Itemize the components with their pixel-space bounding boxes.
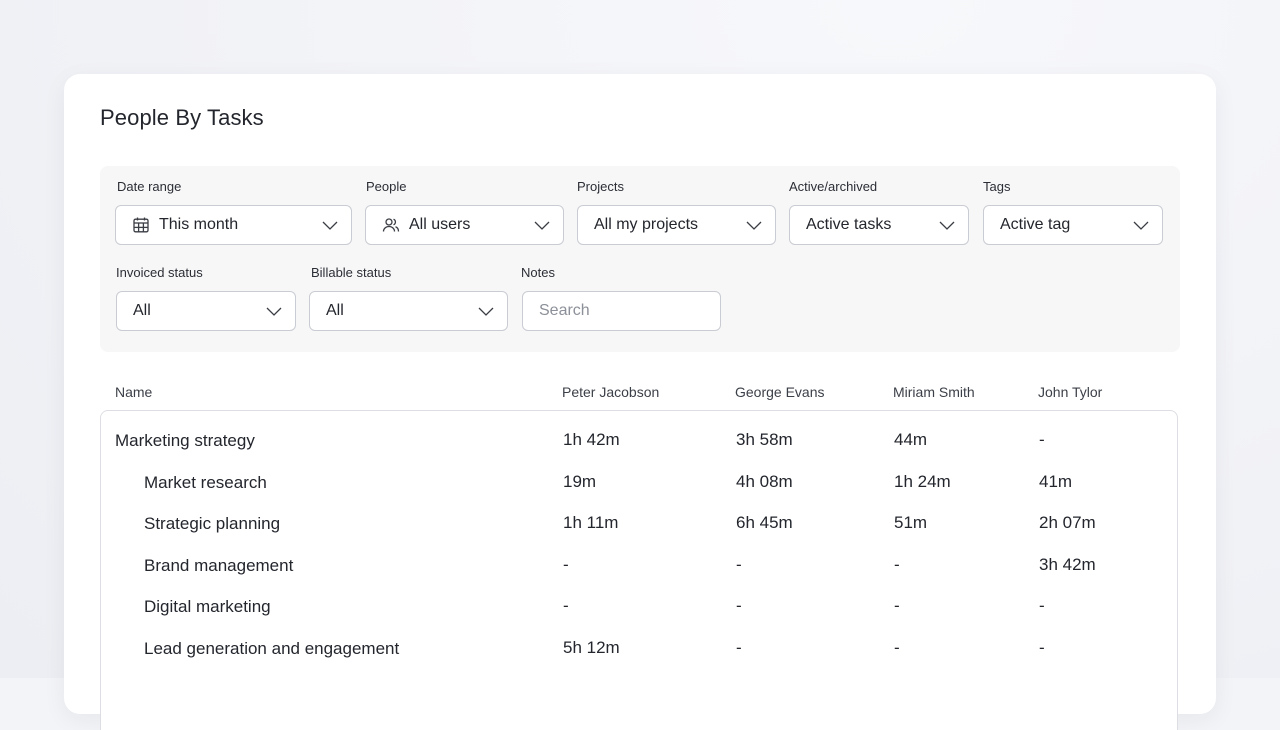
active-archived-select[interactable]: Active tasks [789, 205, 969, 245]
column-header-george-evans[interactable]: George Evans [735, 384, 825, 400]
active-archived-value: Active tasks [806, 216, 892, 233]
time-cell: 44m [894, 430, 928, 449]
table-row[interactable]: Lead generation and engagement 5h 12m - … [101, 638, 1179, 678]
time-cell: 1h 24m [894, 472, 951, 491]
time-cell: - [1039, 430, 1045, 449]
chevron-down-icon [322, 221, 338, 230]
invoiced-status-value: All [133, 302, 151, 319]
time-cell: 1h 42m [563, 430, 620, 449]
calendar-icon [133, 217, 149, 233]
time-cell: - [736, 596, 742, 615]
notes-label: Notes [521, 265, 555, 280]
projects-value: All my projects [594, 216, 699, 233]
time-cell: 6h 45m [736, 513, 793, 532]
time-cell: - [736, 555, 742, 574]
time-cell: - [736, 638, 742, 657]
people-select[interactable]: All users [365, 205, 564, 245]
people-value: All users [409, 216, 471, 233]
active-archived-label: Active/archived [789, 179, 878, 194]
filter-panel: Date range People Projects Active/archiv… [100, 166, 1180, 352]
time-cell: 3h 42m [1039, 555, 1096, 574]
table-row[interactable]: Brand management - - - 3h 42m [101, 555, 1179, 595]
task-name: Brand management [144, 556, 294, 575]
column-header-john-tylor[interactable]: John Tylor [1038, 384, 1102, 400]
chevron-down-icon [478, 307, 494, 316]
date-range-value: This month [159, 216, 239, 233]
tags-label: Tags [983, 179, 1011, 194]
column-header-miriam-smith[interactable]: Miriam Smith [893, 384, 975, 400]
time-cell: - [1039, 638, 1045, 657]
table-row[interactable]: Market research 19m 4h 08m 1h 24m 41m [101, 472, 1179, 512]
chevron-down-icon [534, 221, 550, 230]
task-name: Marketing strategy [115, 431, 255, 450]
chevron-down-icon [266, 307, 282, 316]
time-cell: 5h 12m [563, 638, 620, 657]
projects-label: Projects [577, 179, 624, 194]
task-name: Market research [144, 473, 267, 492]
date-range-label: Date range [117, 179, 182, 194]
time-cell: 2h 07m [1039, 513, 1096, 532]
time-cell: 1h 11m [563, 513, 619, 532]
time-cell: 4h 08m [736, 472, 793, 491]
time-cell: - [894, 555, 900, 574]
table-row[interactable]: Digital marketing - - - - [101, 596, 1179, 636]
invoiced-status-select[interactable]: All [116, 291, 296, 331]
chevron-down-icon [1133, 221, 1149, 230]
tags-select[interactable]: Active tag [983, 205, 1163, 245]
time-cell: 41m [1039, 472, 1073, 491]
time-cell: - [1039, 596, 1045, 615]
time-cell: 3h 58m [736, 430, 793, 449]
report-card: People By Tasks Date range People Projec… [64, 74, 1216, 730]
people-label: People [366, 179, 407, 194]
table-row[interactable]: Marketing strategy 1h 42m 3h 58m 44m - [101, 430, 1179, 470]
users-icon [382, 218, 400, 232]
projects-select[interactable]: All my projects [577, 205, 776, 245]
date-range-select[interactable]: This month [115, 205, 352, 245]
task-name: Strategic planning [144, 514, 281, 533]
time-cell: - [563, 596, 569, 615]
page-title: People By Tasks [100, 105, 264, 130]
task-name: Lead generation and engagement [144, 639, 400, 658]
time-cell: - [563, 555, 569, 574]
time-cell: - [894, 638, 900, 657]
notes-search-input[interactable] [522, 291, 721, 331]
column-header-peter-jacobson[interactable]: Peter Jacobson [562, 384, 659, 400]
time-cell: 51m [894, 513, 928, 532]
billable-status-label: Billable status [311, 265, 392, 280]
column-header-name[interactable]: Name [115, 384, 152, 400]
chevron-down-icon [939, 221, 955, 230]
table-row[interactable]: Strategic planning 1h 11m 6h 45m 51m 2h … [101, 513, 1179, 553]
billable-status-select[interactable]: All [309, 291, 508, 331]
billable-status-value: All [326, 302, 344, 319]
invoiced-status-label: Invoiced status [116, 265, 203, 280]
tasks-table: Marketing strategy 1h 42m 3h 58m 44m - M… [100, 410, 1178, 730]
tags-value: Active tag [1000, 216, 1071, 233]
task-name: Digital marketing [144, 597, 271, 616]
time-cell: 19m [563, 472, 597, 491]
time-cell: - [894, 596, 900, 615]
chevron-down-icon [746, 221, 762, 230]
